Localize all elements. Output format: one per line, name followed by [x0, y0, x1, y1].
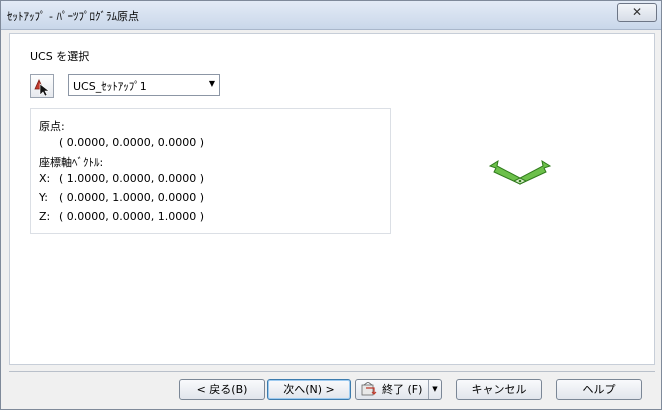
- axis-vector-label: 座標軸ﾍﾞｸﾄﾙ:: [39, 156, 104, 169]
- help-button[interactable]: ヘルプ: [556, 379, 642, 400]
- pick-ucs-button[interactable]: [30, 74, 54, 98]
- origin-value: ( 0.0000, 0.0000, 0.0000 ): [59, 136, 205, 149]
- window-title: ｾｯﾄｱｯﾌﾟ - ﾊﾟｰﾂﾌﾟﾛｸﾞﾗﾑ原点: [7, 10, 139, 23]
- finish-button[interactable]: 終了 (F) ▼: [355, 379, 442, 400]
- ucs-dropdown-value: UCS_ｾｯﾄｱｯﾌﾟ1: [73, 80, 147, 93]
- title-bar: ｾｯﾄｱｯﾌﾟ - ﾊﾟｰﾂﾌﾟﾛｸﾞﾗﾑ原点 ✕: [1, 1, 661, 30]
- z-axis-value: ( 0.0000, 0.0000, 1.0000 ): [59, 210, 205, 223]
- origin-label: 原点:: [39, 120, 65, 133]
- finish-icon: [361, 382, 377, 396]
- back-button[interactable]: < 戻る(B): [179, 379, 265, 400]
- x-axis-value: ( 1.0000, 0.0000, 0.0000 ): [59, 172, 205, 185]
- content-panel: UCS を選択 UCS_ｾｯﾄｱｯﾌﾟ1 ▼ 原点: ( 0.0000, 0.0…: [9, 33, 655, 365]
- finish-label: 終了 (F): [382, 383, 423, 396]
- chevron-down-icon: ▼: [208, 79, 215, 88]
- close-icon: ✕: [631, 5, 643, 19]
- x-axis-label: X:: [39, 172, 51, 185]
- ucs-axes-icon: [488, 159, 552, 185]
- close-button[interactable]: ✕: [617, 3, 657, 22]
- dialog-window: ｾｯﾄｱｯﾌﾟ - ﾊﾟｰﾂﾌﾟﾛｸﾞﾗﾑ原点 ✕ UCS を選択 UCS_ｾｯ…: [0, 0, 662, 410]
- y-axis-value: ( 0.0000, 1.0000, 0.0000 ): [59, 191, 205, 204]
- ucs-select-label: UCS を選択: [30, 50, 90, 63]
- z-axis-label: Z:: [39, 210, 51, 223]
- finish-dropdown-arrow[interactable]: ▼: [428, 380, 441, 399]
- pick-point-icon: [34, 79, 50, 97]
- y-axis-label: Y:: [39, 191, 48, 204]
- cancel-button[interactable]: キャンセル: [456, 379, 542, 400]
- ucs-info-box: 原点: ( 0.0000, 0.0000, 0.0000 ) 座標軸ﾍﾞｸﾄﾙ:…: [30, 108, 391, 234]
- next-button[interactable]: 次へ(N) >: [267, 379, 351, 400]
- ucs-dropdown[interactable]: UCS_ｾｯﾄｱｯﾌﾟ1 ▼: [68, 74, 220, 96]
- footer-separator: [9, 371, 655, 372]
